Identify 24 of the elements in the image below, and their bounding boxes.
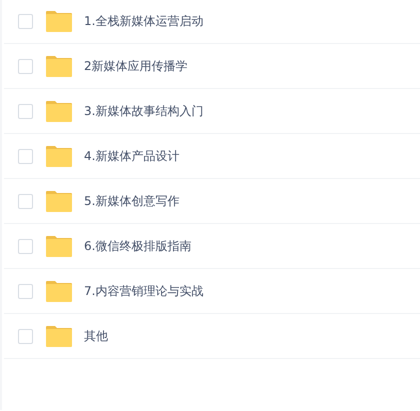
folder-icon bbox=[46, 146, 72, 166]
checkbox[interactable] bbox=[18, 58, 33, 74]
folder-name[interactable]: 其他 bbox=[84, 328, 108, 344]
folder-name[interactable]: 3.新媒体故事结构入门 bbox=[84, 102, 204, 120]
folder-icon bbox=[46, 190, 72, 212]
folder-icon bbox=[46, 326, 72, 346]
folder-name[interactable]: 5.新媒体创意写作 bbox=[84, 192, 180, 210]
checkbox[interactable] bbox=[18, 284, 33, 298]
checkbox[interactable] bbox=[18, 194, 33, 208]
folder-icon bbox=[46, 56, 72, 76]
folder-name[interactable]: 2新媒体应用传播学 bbox=[84, 58, 188, 74]
folder-name[interactable]: 6.微信终极排版指南 bbox=[84, 238, 192, 254]
checkbox[interactable] bbox=[18, 148, 33, 164]
checkbox[interactable] bbox=[18, 104, 33, 118]
folder-name[interactable]: 1.全栈新媒体运营启动 bbox=[84, 12, 204, 30]
folder-name[interactable]: 7.内容营销理论与实战 bbox=[84, 282, 204, 300]
folder-name[interactable]: 4.新媒体产品设计 bbox=[84, 148, 180, 164]
folder-icon bbox=[46, 236, 72, 256]
folder-icon bbox=[46, 10, 72, 32]
checkbox[interactable] bbox=[18, 238, 33, 254]
checkbox[interactable] bbox=[18, 328, 33, 344]
folder-icon bbox=[46, 280, 72, 302]
checkbox[interactable] bbox=[18, 14, 33, 28]
folder-icon bbox=[46, 100, 72, 122]
